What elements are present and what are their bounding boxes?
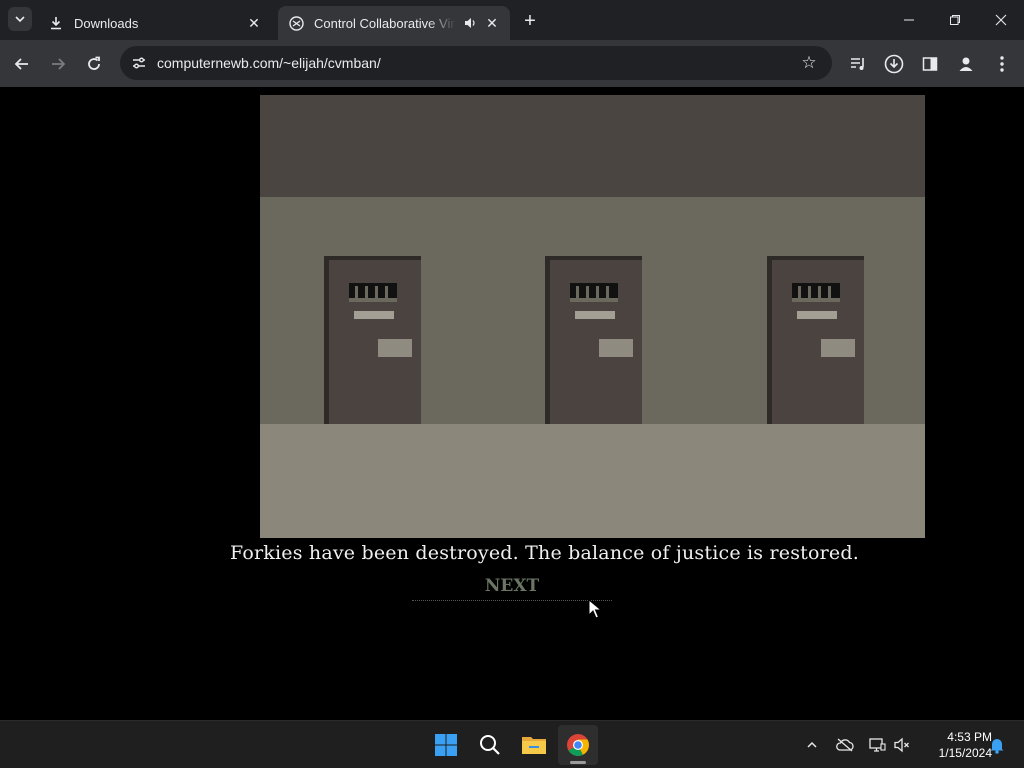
door-bars-icon: [349, 283, 397, 302]
menu-kebab-icon[interactable]: [988, 50, 1016, 78]
door-bars-icon: [570, 283, 618, 302]
tab-search-button[interactable]: [8, 7, 32, 31]
site-favicon-icon: [288, 15, 304, 31]
windows-logo-icon: [435, 734, 457, 756]
arrow-right-icon: [52, 58, 66, 70]
taskbar-search-button[interactable]: [470, 725, 510, 765]
door-bars-icon: [792, 283, 840, 302]
forward-button[interactable]: [44, 50, 72, 78]
tab-strip: Downloads ✕ Control Collaborative Virtua…: [0, 0, 1024, 40]
minimize-button[interactable]: [886, 0, 932, 40]
folder-icon: [522, 737, 546, 754]
tab-label: Control Collaborative Virtual Man: [314, 15, 456, 31]
cell-door: [324, 256, 421, 424]
mouse-cursor-icon: [588, 599, 602, 619]
side-panel-icon[interactable]: [916, 50, 944, 78]
search-icon: [480, 735, 500, 755]
door-nameplate: [354, 311, 394, 319]
active-app-indicator: [570, 761, 586, 764]
reload-icon: [88, 56, 100, 70]
arrow-left-icon: [14, 58, 28, 70]
network-icon[interactable]: [865, 733, 889, 757]
file-explorer-button[interactable]: [514, 725, 554, 765]
cell-door: [545, 256, 642, 424]
notification-bell-icon[interactable]: [985, 733, 1009, 757]
browser-toolbar: computernewb.com/~elijah/cvmban/ ☆: [0, 40, 1024, 87]
close-tab-icon[interactable]: ✕: [246, 15, 262, 31]
clock-time: 4:53 PM: [947, 730, 992, 744]
tray-overflow-chevron-icon[interactable]: [800, 733, 824, 757]
address-bar[interactable]: computernewb.com/~elijah/cvmban/ ☆: [120, 46, 832, 80]
restore-icon: [950, 15, 960, 25]
onedrive-offline-icon[interactable]: [833, 733, 857, 757]
bookmark-star-icon[interactable]: ☆: [798, 52, 820, 74]
door-nameplate: [575, 311, 615, 319]
media-controls-icon[interactable]: [844, 50, 872, 78]
volume-muted-icon[interactable]: [890, 733, 914, 757]
speaker-icon[interactable]: [462, 15, 478, 31]
tab-downloads[interactable]: Downloads ✕: [38, 6, 272, 40]
game-message: Forkies have been destroyed. The balance…: [230, 542, 859, 564]
door-food-slot: [599, 339, 633, 357]
new-tab-button[interactable]: +: [518, 9, 542, 33]
taskbar: 4:53 PM 1/15/2024: [0, 720, 1024, 768]
minimize-icon: [904, 19, 914, 21]
scene-floor: [260, 424, 925, 538]
back-button[interactable]: [8, 50, 36, 78]
downloads-icon[interactable]: [880, 50, 908, 78]
tab-label: Downloads: [74, 15, 139, 31]
reload-button[interactable]: [80, 50, 108, 78]
game-scene[interactable]: [260, 95, 925, 538]
start-button[interactable]: [426, 725, 466, 765]
clock-date: 1/15/2024: [938, 746, 992, 760]
door-food-slot: [821, 339, 855, 357]
download-icon: [48, 15, 64, 31]
system-clock[interactable]: 4:53 PM 1/15/2024: [912, 729, 992, 761]
site-info-icon[interactable]: [128, 52, 150, 74]
restore-button[interactable]: [932, 0, 978, 40]
tab-cvmban[interactable]: Control Collaborative Virtual Man ✕: [278, 6, 510, 40]
door-nameplate: [797, 311, 837, 319]
chrome-icon: [567, 734, 589, 756]
door-food-slot: [378, 339, 412, 357]
close-window-button[interactable]: [978, 0, 1024, 40]
profile-icon[interactable]: [952, 50, 980, 78]
next-button[interactable]: NEXT: [412, 573, 612, 601]
chrome-taskbar-button[interactable]: [558, 725, 598, 765]
scene-ceiling: [260, 95, 925, 197]
url-text[interactable]: computernewb.com/~elijah/cvmban/: [157, 55, 381, 71]
cell-door: [767, 256, 864, 424]
close-icon: [995, 14, 1007, 26]
chevron-down-icon: [15, 16, 25, 23]
close-tab-icon[interactable]: ✕: [484, 15, 500, 31]
